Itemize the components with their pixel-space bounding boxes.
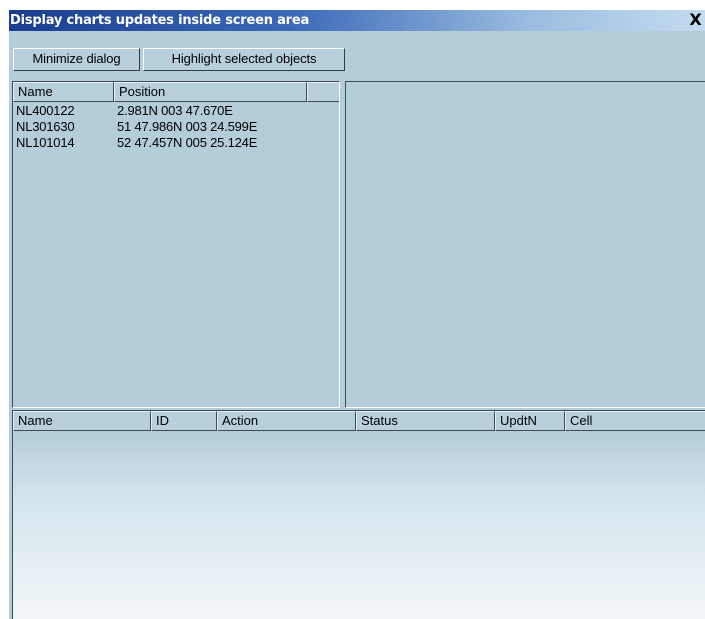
list-background (13, 431, 705, 619)
chart-updates-list[interactable]: Name ID Action Status UpdtN Cell (12, 410, 705, 619)
column-header-action[interactable]: Action (217, 411, 356, 431)
row-name: NL301630 (16, 119, 75, 134)
row-position: 2.981N 003 47.670E (117, 103, 233, 118)
column-header-position[interactable]: Position (114, 82, 307, 102)
minimize-dialog-button[interactable]: Minimize dialog (13, 48, 140, 71)
list-item[interactable]: NL301630 51 47.986N 003 24.599E (13, 119, 339, 135)
close-icon[interactable]: X (687, 12, 704, 28)
window-title: Display charts updates inside screen are… (10, 13, 310, 28)
column-header-status[interactable]: Status (356, 411, 495, 431)
column-header-name[interactable]: Name (13, 82, 114, 102)
column-header-blank[interactable] (307, 82, 339, 102)
chart-position-list[interactable]: Name Position NL400122 2.981N 003 47.670… (12, 81, 340, 408)
row-name: NL101014 (16, 135, 75, 150)
list-item[interactable]: NL400122 2.981N 003 47.670E (13, 103, 339, 119)
column-header-name[interactable]: Name (13, 411, 151, 431)
chart-preview-area (345, 81, 705, 408)
highlight-selected-objects-button[interactable]: Highlight selected objects (143, 48, 345, 71)
column-header-id[interactable]: ID (151, 411, 217, 431)
column-header-cell[interactable]: Cell (565, 411, 705, 431)
title-bar[interactable]: Display charts updates inside screen are… (9, 10, 705, 31)
charts-update-dialog: Display charts updates inside screen are… (9, 10, 705, 619)
row-name: NL400122 (16, 103, 75, 118)
column-header-updtn[interactable]: UpdtN (495, 411, 565, 431)
list-item[interactable]: NL101014 52 47.457N 005 25.124E (13, 135, 339, 151)
row-position: 52 47.457N 005 25.124E (117, 135, 258, 150)
row-position: 51 47.986N 003 24.599E (117, 119, 258, 134)
